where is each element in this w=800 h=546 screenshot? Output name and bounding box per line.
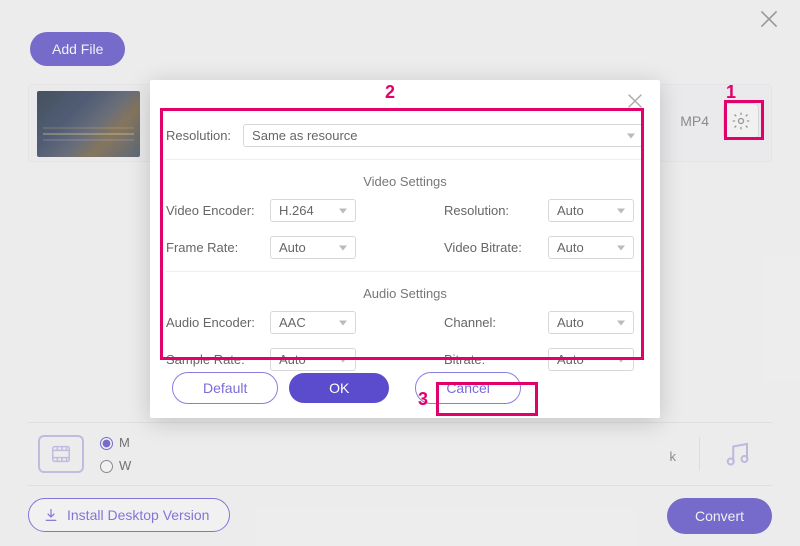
video-bitrate-label: Video Bitrate: <box>444 240 548 255</box>
download-icon <box>43 507 59 526</box>
music-icon[interactable] <box>722 439 752 474</box>
audio-encoder-label: Audio Encoder: <box>166 315 270 330</box>
install-label: Install Desktop Version <box>67 507 209 523</box>
audio-bitrate-value: Auto <box>557 352 584 367</box>
video-resolution-select[interactable]: Auto <box>548 199 634 222</box>
video-bitrate-select[interactable]: Auto <box>548 236 634 259</box>
divider <box>699 437 700 471</box>
audio-bitrate-label: Bitrate: <box>444 352 548 367</box>
default-button[interactable]: Default <box>172 372 278 404</box>
radio-option-m[interactable]: M <box>100 435 131 450</box>
video-encoder-value: H.264 <box>279 203 314 218</box>
channel-select[interactable]: Auto <box>548 311 634 334</box>
frame-rate-select[interactable]: Auto <box>270 236 356 259</box>
modal-close-button[interactable] <box>624 90 646 112</box>
modal-body: Resolution: Same as resource Video Setti… <box>166 124 644 362</box>
video-resolution-value: Auto <box>557 203 584 218</box>
resolution-label: Resolution: <box>166 128 231 143</box>
video-encoder-select[interactable]: H.264 <box>270 199 356 222</box>
video-thumbnail[interactable] <box>37 91 140 157</box>
radio-option-w[interactable]: W <box>100 458 131 473</box>
film-icon <box>38 435 84 473</box>
video-bitrate-value: Auto <box>557 240 584 255</box>
audio-encoder-value: AAC <box>279 315 306 330</box>
cancel-button[interactable]: Cancel <box>415 372 521 404</box>
frame-rate-label: Frame Rate: <box>166 240 270 255</box>
sample-rate-value: Auto <box>279 352 306 367</box>
install-desktop-button[interactable]: Install Desktop Version <box>28 498 230 532</box>
settings-modal: Resolution: Same as resource Video Setti… <box>150 80 660 418</box>
sample-rate-label: Sample Rate: <box>166 352 270 367</box>
output-bar: M W k <box>28 422 772 486</box>
settings-button[interactable] <box>723 103 759 139</box>
resolution-select[interactable]: Same as resource <box>243 124 644 147</box>
audio-encoder-select[interactable]: AAC <box>270 311 356 334</box>
video-encoder-label: Video Encoder: <box>166 203 270 218</box>
audio-settings-title: Audio Settings <box>166 286 644 301</box>
add-file-button[interactable]: Add File <box>30 32 125 66</box>
gear-icon <box>731 111 751 131</box>
format-label: MP4 <box>680 113 709 129</box>
frame-rate-value: Auto <box>279 240 306 255</box>
radio-m-label: M <box>119 435 130 450</box>
ok-button[interactable]: OK <box>289 373 389 403</box>
channel-value: Auto <box>557 315 584 330</box>
video-resolution-label: Resolution: <box>444 203 548 218</box>
radio-w-label: W <box>119 458 131 473</box>
convert-button[interactable]: Convert <box>667 498 772 534</box>
audio-bitrate-select[interactable]: Auto <box>548 348 634 371</box>
resolution-value: Same as resource <box>252 128 358 143</box>
channel-label: Channel: <box>444 315 548 330</box>
sample-rate-select[interactable]: Auto <box>270 348 356 371</box>
app-close-icon[interactable] <box>756 6 782 32</box>
k-text: k <box>670 449 677 464</box>
video-settings-title: Video Settings <box>166 174 644 189</box>
